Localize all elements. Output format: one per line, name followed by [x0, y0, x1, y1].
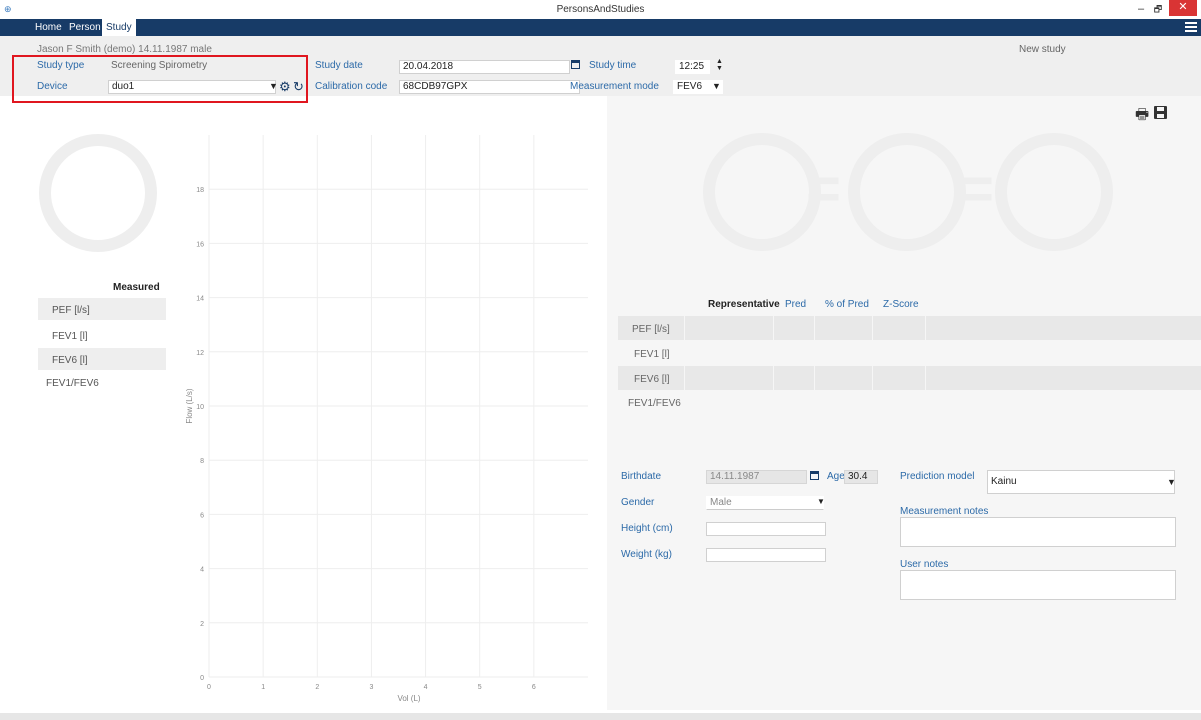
restore-button[interactable]: 🗗 — [1150, 2, 1166, 17]
x-tick-label: 2 — [315, 684, 319, 691]
study-date-input[interactable]: 20.04.2018 — [399, 60, 570, 74]
y-tick-label: 4 — [200, 567, 204, 574]
calibration-code-input[interactable]: 68CDB97GPX — [399, 80, 580, 94]
prediction-model-select[interactable]: Kainu — [987, 470, 1175, 494]
chevron-down-icon: ▼ — [712, 81, 721, 91]
weight-input[interactable] — [706, 548, 826, 562]
gender-select[interactable]: Male — [706, 496, 824, 510]
y-tick-label: 8 — [200, 458, 204, 465]
y-tick-label: 0 — [200, 675, 204, 682]
time-spinner-icon[interactable]: ▲ ▼ — [716, 58, 723, 72]
user-notes-input[interactable] — [900, 570, 1176, 600]
user-notes-label: User notes — [900, 559, 949, 570]
col-zscore: Z-Score — [883, 299, 919, 310]
birthdate-input[interactable]: 14.11.1987 — [706, 470, 807, 484]
row-bg — [618, 366, 1201, 390]
y-tick-label: 10 — [196, 404, 204, 411]
flow-volume-chart: 0123456 024681012141618 Vol (L) Flow (L/… — [185, 135, 588, 703]
height-input[interactable] — [706, 522, 826, 536]
main-nav: Home Person Study — [0, 19, 1201, 36]
tab-home[interactable]: Home — [31, 19, 66, 36]
minimize-button[interactable]: – — [1134, 2, 1148, 17]
result-ring — [848, 133, 966, 251]
y-tick-label: 16 — [196, 241, 204, 248]
y-tick-label: 6 — [200, 512, 204, 519]
y-axis-ticks: 0 2 4 6 8 10 12 14 16 18 — [196, 187, 204, 682]
measurement-mode-value: FEV6 — [677, 81, 703, 92]
status-bar — [0, 713, 1201, 720]
x-tick-label: 4 — [424, 684, 428, 691]
y-tick-label: 2 — [200, 621, 204, 628]
col-pred: Pred — [785, 299, 807, 310]
gender-value: Male — [710, 497, 732, 508]
x-axis-label: Vol (L) — [397, 694, 420, 703]
col-pct-pred: % of Pred — [825, 299, 869, 310]
chevron-down-icon: ▼ — [1167, 477, 1176, 487]
highlight-box — [12, 55, 308, 103]
person-info: Jason F Smith (demo) 14.11.1987 male — [37, 44, 212, 55]
results-panel: 🖶 = = Representative Pred % of Pred Z-Sc… — [607, 96, 1201, 710]
y-tick-label: 18 — [196, 187, 204, 194]
age-value: 30.4 — [844, 470, 878, 484]
age-label: Age — [827, 471, 845, 482]
x-tick-label: 0 — [207, 684, 211, 691]
x-tick-label: 1 — [261, 684, 265, 691]
window-title: PersonsAndStudies — [556, 4, 645, 15]
result-row-label: PEF [l/s] — [632, 324, 670, 335]
x-tick-label: 3 — [369, 684, 373, 691]
tab-study[interactable]: Study — [102, 19, 136, 36]
calendar-icon[interactable] — [571, 60, 580, 69]
col-representative: Representative — [708, 299, 780, 310]
row-bg — [618, 316, 1201, 340]
measurement-ring — [39, 134, 157, 252]
study-date-label: Study date — [315, 60, 363, 71]
result-row-label: FEV1/FEV6 — [628, 398, 681, 409]
close-button[interactable]: ✕ — [1169, 0, 1197, 16]
weight-label: Weight (kg) — [621, 549, 672, 560]
print-icon[interactable]: 🖶 — [1135, 104, 1149, 129]
x-tick-label: 5 — [478, 684, 482, 691]
height-label: Height (cm) — [621, 523, 673, 534]
ring-separator: = — [806, 155, 842, 222]
measurement-notes-label: Measurement notes — [900, 506, 989, 517]
y-tick-label: 14 — [196, 296, 204, 303]
result-row-label: FEV6 [l] — [634, 374, 670, 385]
study-time-input[interactable]: 12:25 — [675, 60, 710, 74]
y-axis-label: Flow (L/s) — [185, 388, 194, 423]
prediction-model-value: Kainu — [991, 476, 1017, 487]
result-ring — [703, 133, 821, 251]
summary-row-label: FEV6 [l] — [52, 355, 88, 366]
summary-row-label: FEV1/FEV6 — [46, 378, 99, 389]
chart-grid — [208, 135, 588, 678]
window-titlebar: ⊕ PersonsAndStudies – 🗗 ✕ — [0, 0, 1201, 19]
new-study-label: New study — [1019, 44, 1066, 55]
result-row-label: FEV1 [l] — [634, 349, 670, 360]
x-axis-ticks: 0 1 2 3 4 5 6 — [207, 684, 536, 691]
gender-label: Gender — [621, 497, 655, 508]
birthdate-label: Birthdate — [621, 471, 662, 482]
measurement-mode-label: Measurement mode — [570, 81, 659, 92]
summary-row-label: FEV1 [l] — [52, 331, 88, 342]
calendar-icon[interactable] — [810, 471, 819, 480]
ring-separator: = — [959, 155, 995, 222]
study-time-label: Study time — [589, 60, 637, 71]
hamburger-menu-icon[interactable] — [1185, 22, 1197, 33]
measured-header: Measured — [113, 282, 160, 293]
save-icon[interactable] — [1154, 106, 1167, 119]
result-ring — [995, 133, 1113, 251]
prediction-model-label: Prediction model — [900, 471, 975, 482]
tab-person[interactable]: Person — [65, 19, 105, 36]
chevron-down-icon: ▼ — [817, 497, 825, 506]
summary-row-label: PEF [l/s] — [52, 305, 90, 316]
measurement-notes-input[interactable] — [900, 517, 1176, 547]
calibration-code-label: Calibration code — [315, 81, 388, 92]
y-tick-label: 12 — [196, 350, 204, 357]
x-tick-label: 6 — [532, 684, 536, 691]
